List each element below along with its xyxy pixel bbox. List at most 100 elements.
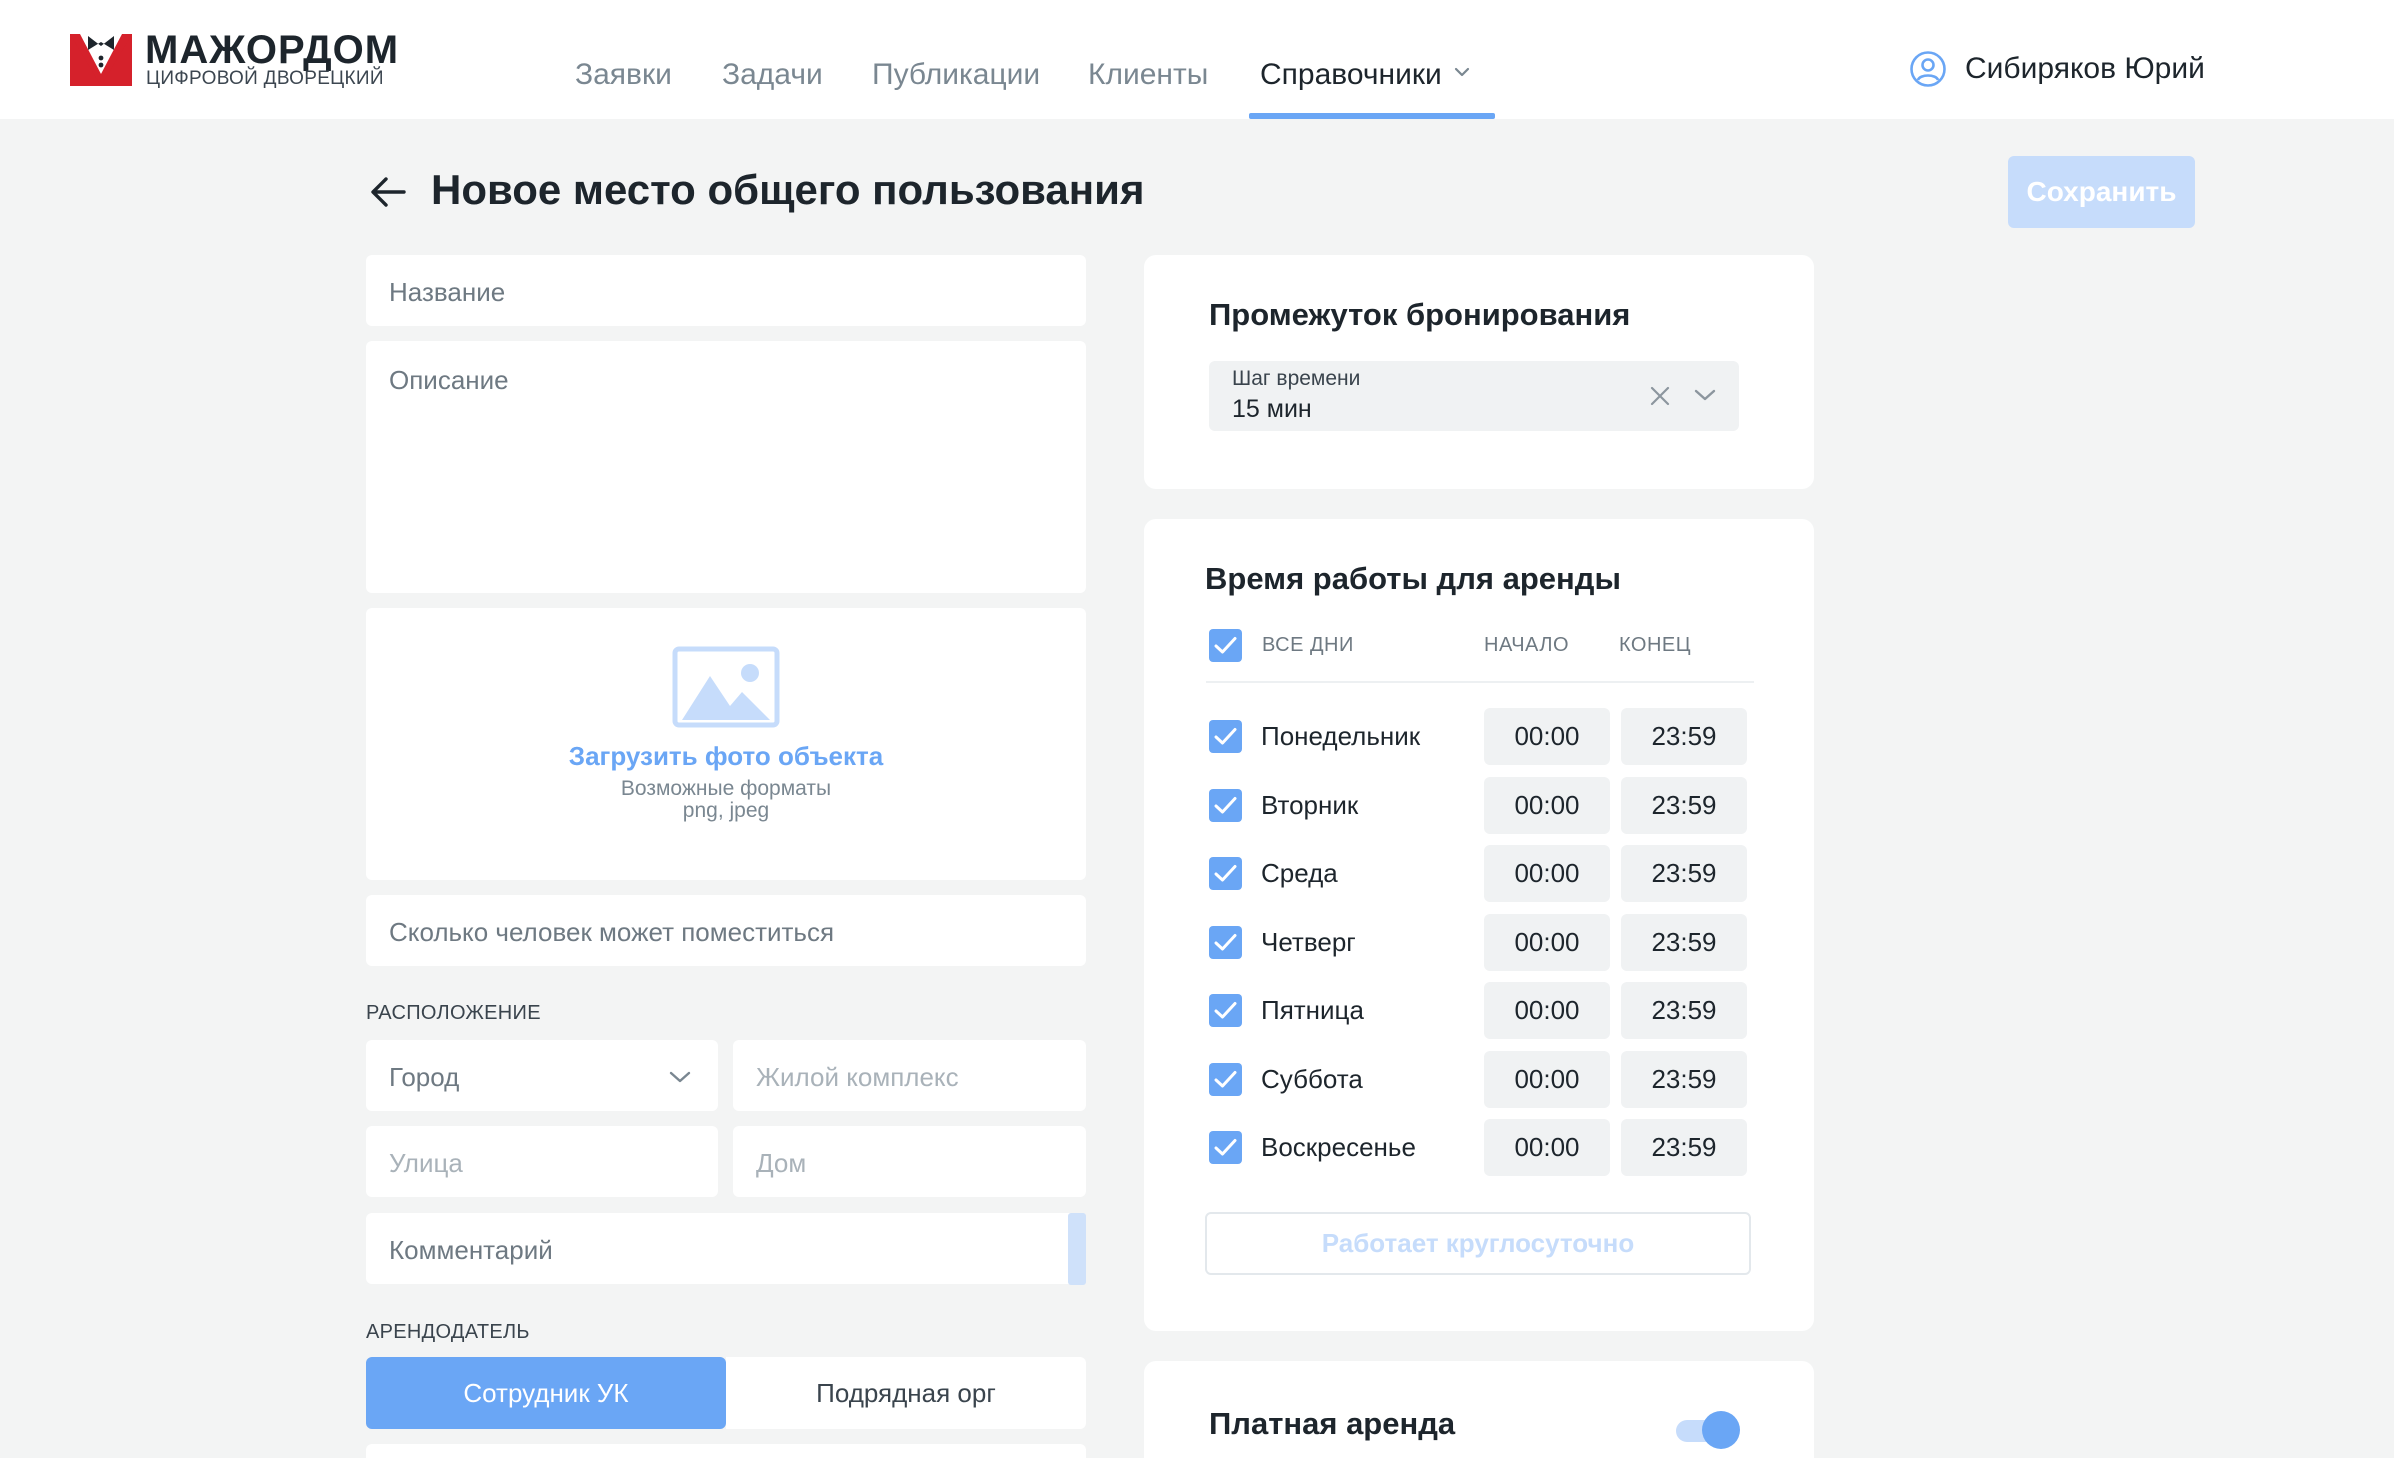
street-placeholder: Улица [389, 1148, 463, 1178]
schedule-divider [1206, 681, 1754, 683]
chevron-down-icon[interactable] [1693, 387, 1717, 403]
day-label-sunday: Воскресенье [1261, 1132, 1416, 1162]
save-button[interactable]: Сохранить [2008, 156, 2195, 228]
all-days-label: ВСЕ ДНИ [1262, 634, 1354, 656]
start-time-sunday[interactable]: 00:00 [1484, 1119, 1610, 1176]
start-time-saturday[interactable]: 00:00 [1484, 1051, 1610, 1108]
day-label-tuesday: Вторник [1261, 790, 1359, 820]
capacity-input[interactable]: Сколько человек может поместиться [366, 895, 1086, 966]
start-column-header: НАЧАЛО [1484, 634, 1570, 656]
paid-rental-title: Платная аренда [1209, 1406, 1456, 1441]
paid-rental-toggle[interactable] [1676, 1409, 1740, 1449]
comment-placeholder: Комментарий [389, 1235, 553, 1265]
end-time-monday[interactable]: 23:59 [1621, 708, 1747, 765]
nav-item-clients[interactable]: Клиенты [1088, 58, 1208, 92]
location-section-label: РАСПОЛОЖЕНИЕ [366, 1002, 541, 1024]
landlord-option-staff[interactable]: Сотрудник УК [366, 1357, 726, 1429]
page-title: Новое место общего пользования [431, 166, 1145, 213]
city-placeholder: Город [389, 1062, 460, 1092]
clear-icon[interactable] [1649, 385, 1671, 407]
house-input[interactable]: Дом [733, 1126, 1086, 1197]
name-input[interactable]: Название [366, 255, 1086, 326]
nav-item-directories-label: Справочники [1260, 58, 1442, 91]
day-label-friday: Пятница [1261, 995, 1364, 1025]
start-time-friday[interactable]: 00:00 [1484, 982, 1610, 1039]
description-placeholder: Описание [389, 365, 509, 395]
photo-upload-area[interactable]: Загрузить фото объекта Возможные форматы… [366, 608, 1086, 880]
day-checkbox-friday[interactable] [1209, 994, 1242, 1027]
user-avatar-icon [1910, 51, 1946, 87]
brand-subtitle: ЦИФРОВОЙ ДВОРЕЦКИЙ [146, 68, 384, 89]
day-checkbox-monday[interactable] [1209, 720, 1242, 753]
end-time-wednesday[interactable]: 23:59 [1621, 845, 1747, 902]
nav-item-publications[interactable]: Публикации [872, 58, 1040, 92]
landlord-segmented-control: Сотрудник УК Подрядная орг [366, 1357, 1086, 1429]
checkmark-icon [1214, 934, 1237, 951]
end-time-sunday[interactable]: 23:59 [1621, 1119, 1747, 1176]
upload-formats-hint: Возможные форматы png, jpeg [366, 778, 1086, 822]
residential-complex-input[interactable]: Жилой комплекс [733, 1040, 1086, 1111]
day-label-thursday: Четверг [1261, 927, 1356, 957]
chevron-down-icon [669, 1071, 691, 1083]
end-time-tuesday[interactable]: 23:59 [1621, 777, 1747, 834]
description-textarea[interactable]: Описание [366, 341, 1086, 593]
start-time-wednesday[interactable]: 00:00 [1484, 845, 1610, 902]
day-checkbox-tuesday[interactable] [1209, 789, 1242, 822]
checkmark-icon [1214, 728, 1237, 745]
active-tab-indicator [1249, 113, 1495, 119]
end-time-saturday[interactable]: 23:59 [1621, 1051, 1747, 1108]
checkmark-icon [1214, 865, 1237, 882]
checkmark-icon [1214, 637, 1237, 654]
capacity-placeholder: Сколько человек может поместиться [389, 917, 835, 947]
all-days-checkbox[interactable] [1209, 629, 1242, 662]
brand-title: МАЖОРДОМ [145, 28, 400, 72]
comment-scrollbar[interactable] [1068, 1213, 1086, 1285]
checkmark-icon [1214, 797, 1237, 814]
back-arrow-icon[interactable] [368, 174, 408, 210]
chevron-down-icon [1454, 67, 1469, 77]
day-label-monday: Понедельник [1261, 721, 1421, 751]
residential-complex-placeholder: Жилой комплекс [756, 1062, 959, 1092]
landlord-section-label: АРЕНДОДАТЕЛЬ [366, 1321, 530, 1343]
toggle-knob [1702, 1411, 1740, 1449]
day-checkbox-wednesday[interactable] [1209, 857, 1242, 890]
end-time-friday[interactable]: 23:59 [1621, 982, 1747, 1039]
time-step-label: Шаг времени [1232, 367, 1361, 390]
time-step-select[interactable]: Шаг времени 15 мин [1209, 361, 1739, 431]
upload-hint-line2: png, jpeg [682, 799, 770, 822]
day-checkbox-sunday[interactable] [1209, 1131, 1242, 1164]
start-time-thursday[interactable]: 00:00 [1484, 914, 1610, 971]
checkmark-icon [1214, 1139, 1237, 1156]
nav-item-tasks[interactable]: Задачи [722, 58, 823, 92]
time-step-value: 15 мин [1232, 395, 1312, 423]
checkmark-icon [1214, 1071, 1237, 1088]
upload-hint-line1: Возможные форматы [620, 777, 832, 800]
rental-hours-title: Время работы для аренды [1205, 561, 1621, 596]
end-time-thursday[interactable]: 23:59 [1621, 914, 1747, 971]
name-input-placeholder: Название [389, 277, 506, 307]
day-label-wednesday: Среда [1261, 858, 1338, 888]
brand-logo[interactable]: МАЖОРДОМ ЦИФРОВОЙ ДВОРЕЦКИЙ [70, 28, 420, 92]
street-input[interactable]: Улица [366, 1126, 718, 1197]
day-label-saturday: Суббота [1261, 1064, 1363, 1094]
upload-photo-link[interactable]: Загрузить фото объекта [366, 741, 1086, 772]
nav-item-directories[interactable]: Справочники [1260, 58, 1470, 92]
next-field-partial[interactable] [366, 1444, 1086, 1458]
booking-interval-title: Промежуток бронирования [1209, 297, 1631, 332]
butler-logo-icon [70, 34, 132, 86]
landlord-option-contractor[interactable]: Подрядная орг [726, 1357, 1086, 1429]
end-column-header: КОНЕЦ [1619, 634, 1692, 656]
city-select[interactable]: Город [366, 1040, 718, 1111]
around-the-clock-button[interactable]: Работает круглосуточно [1205, 1212, 1751, 1275]
day-checkbox-saturday[interactable] [1209, 1063, 1242, 1096]
nav-item-requests[interactable]: Заявки [575, 58, 672, 92]
start-time-monday[interactable]: 00:00 [1484, 708, 1610, 765]
top-bar: МАЖОРДОМ ЦИФРОВОЙ ДВОРЕЦКИЙ Заявки Задач… [0, 0, 2394, 119]
user-name: Сибиряков Юрий [1965, 52, 2205, 85]
start-time-tuesday[interactable]: 00:00 [1484, 777, 1610, 834]
image-placeholder-icon [672, 646, 780, 728]
checkmark-icon [1214, 1002, 1237, 1019]
comment-input[interactable]: Комментарий [366, 1213, 1086, 1285]
house-placeholder: Дом [756, 1148, 807, 1178]
day-checkbox-thursday[interactable] [1209, 926, 1242, 959]
